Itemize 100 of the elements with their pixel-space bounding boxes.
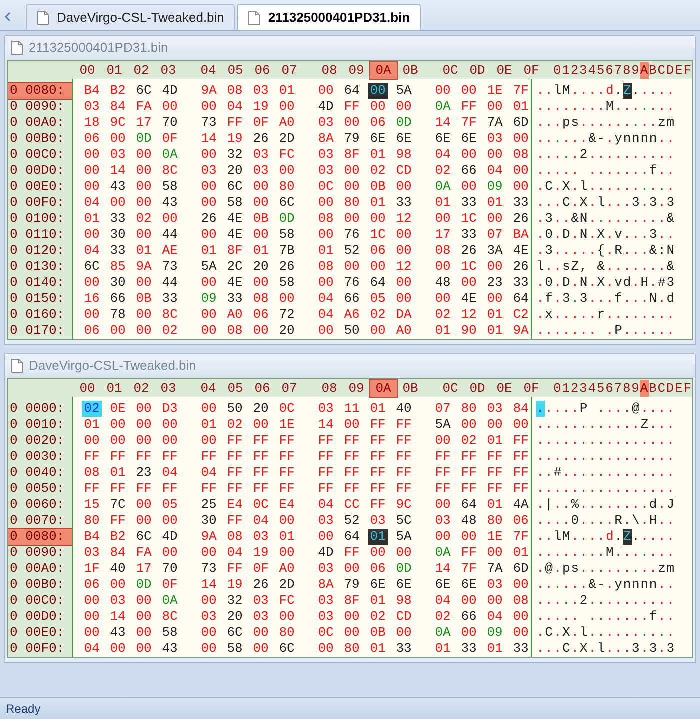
hex-byte: 0B [135,291,153,307]
file-tab[interactable]: 211325000401PD31.bin [237,4,422,30]
hex-byte: 00 [135,195,153,211]
hex-byte: 04 [161,465,179,481]
column-label[interactable]: 8 [622,62,632,78]
column-label[interactable]: 07 [276,380,303,396]
column-label[interactable]: 0F [518,62,545,78]
column-label[interactable]: 0 [553,380,562,396]
hex-byte: 6E [460,577,478,593]
column-label[interactable]: 02 [128,380,155,396]
column-label[interactable]: C [657,62,666,78]
column-label[interactable]: 1 [562,380,570,396]
column-label[interactable]: 2 [570,62,580,78]
row-offset: 0 00E0: [9,179,66,195]
column-label[interactable]: 6 [605,380,614,396]
column-label[interactable]: 0 [553,62,562,78]
hex-byte: 00 [512,625,530,641]
column-label[interactable]: 8 [622,380,632,396]
column-label[interactable]: 2 [570,380,580,396]
column-label[interactable]: 0E [491,62,518,78]
column-label[interactable]: 9 [631,380,640,396]
column-label[interactable]: A [640,62,649,78]
column-label[interactable]: 3 [579,62,588,78]
column-label[interactable]: 01 [101,62,128,78]
hex-byte: 1E [486,529,504,545]
column-label[interactable]: D [666,62,675,78]
column-label[interactable]: 0B [397,380,424,396]
column-label[interactable]: 6 [605,62,614,78]
hex-byte: 01 [486,433,504,449]
column-label[interactable]: 04 [195,62,222,78]
hex-byte: FF [252,449,270,465]
hex-byte: FC [278,593,296,609]
column-label[interactable]: 03 [155,62,182,78]
hex-byte: FF [278,433,296,449]
hex-byte: FF [109,449,127,465]
hex-byte: 00 [200,147,218,163]
column-label[interactable]: 00 [74,62,101,78]
column-label[interactable]: 0B [397,62,424,78]
column-label[interactable]: 00 [74,380,101,396]
hex-byte: 58 [278,275,296,291]
scroll-left-icon[interactable] [4,12,12,22]
hex-byte: 66 [460,609,478,625]
column-label[interactable]: E [674,62,684,78]
column-label[interactable]: 09 [343,62,370,78]
column-label[interactable]: F [683,380,692,396]
column-label[interactable]: F [683,62,692,78]
hex-byte: 03 [369,513,387,529]
hex-byte: 00 [317,529,335,545]
column-label[interactable]: 0E [491,380,518,396]
column-label[interactable]: 5 [596,380,606,396]
column-label[interactable]: 04 [195,380,222,396]
column-label[interactable]: 0C [437,62,464,78]
column-label[interactable]: 02 [128,62,155,78]
column-label[interactable]: 05 [222,380,249,396]
hex-byte: CC [343,497,361,513]
column-label[interactable]: E [674,380,684,396]
hex-byte: 02 [135,211,153,227]
ascii-text: ................ [536,481,675,497]
column-label[interactable]: A [640,380,649,396]
hex-byte: 02 [369,163,387,179]
column-label[interactable]: 5 [596,62,606,78]
column-label[interactable]: 4 [588,380,596,396]
column-label[interactable]: 4 [588,62,596,78]
column-label[interactable]: 9 [631,62,640,78]
column-label[interactable]: 08 [316,380,343,396]
column-label[interactable]: 01 [101,380,128,396]
hex-byte: 01 [278,529,296,545]
column-label[interactable]: B [648,62,658,78]
column-label[interactable]: 06 [249,380,276,396]
column-label[interactable]: 0F [518,380,545,396]
hex-byte: FF [161,481,179,497]
column-label[interactable]: 0D [464,62,491,78]
column-label[interactable]: 0A [370,380,397,396]
column-label[interactable]: 07 [276,62,303,78]
column-label[interactable]: 06 [249,62,276,78]
column-label[interactable]: B [648,380,658,396]
hex-byte: 00 [161,417,179,433]
column-label[interactable]: 0C [437,380,464,396]
column-label[interactable]: 0D [464,380,491,396]
row-offset: 0 00D0: [9,609,66,625]
hex-byte: 01 [200,243,218,259]
hex-byte: 02 [460,433,478,449]
hex-byte: 00 [486,593,504,609]
column-label[interactable]: D [666,380,675,396]
column-label[interactable]: 08 [316,62,343,78]
hex-byte: 16 [83,291,101,307]
column-label[interactable]: 1 [562,62,570,78]
column-label[interactable]: C [657,380,666,396]
column-label[interactable]: 0A [370,62,397,78]
hex-byte: 04 [252,513,270,529]
hex-byte: 79 [343,131,361,147]
column-label[interactable]: 3 [579,380,588,396]
column-label[interactable]: 7 [614,380,622,396]
column-label[interactable]: 03 [155,380,182,396]
column-label[interactable]: 09 [343,380,370,396]
column-label[interactable]: 7 [614,62,622,78]
row-offset: 0 0140: [9,275,66,291]
file-tab[interactable]: DaveVirgo-CSL-Tweaked.bin [26,4,236,30]
hex-byte: FF [512,449,530,465]
column-label[interactable]: 05 [222,62,249,78]
